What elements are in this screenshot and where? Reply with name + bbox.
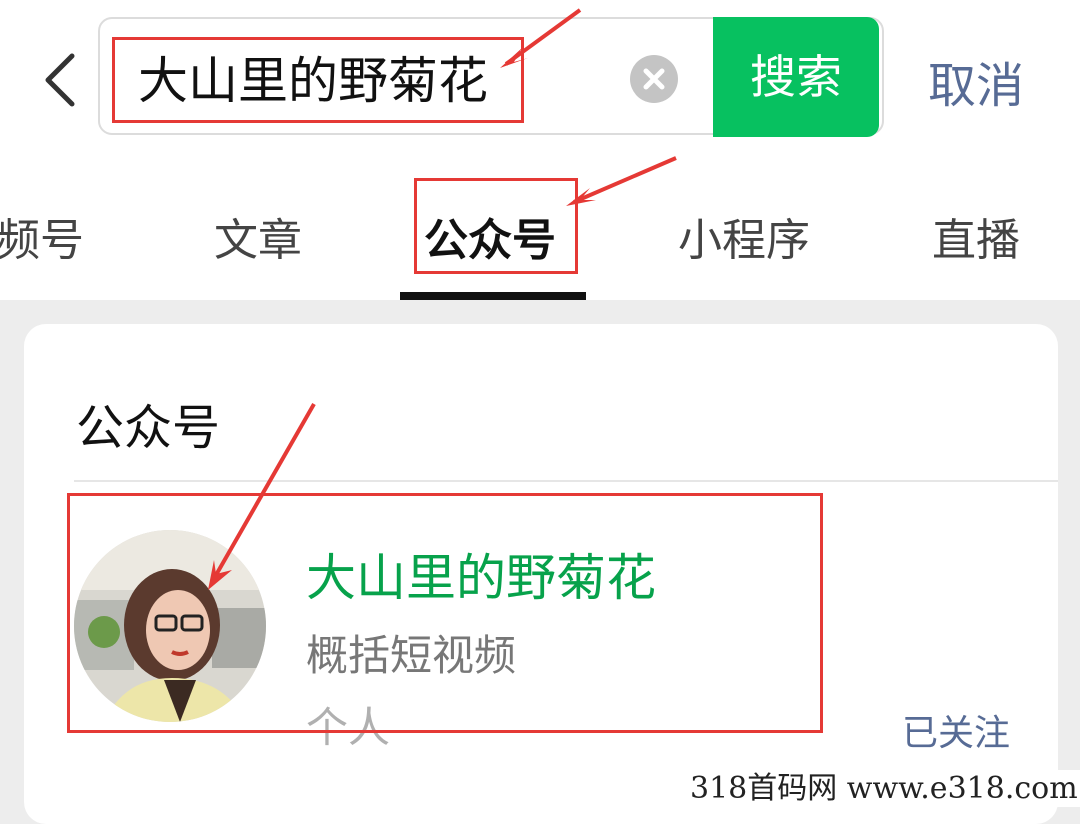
search-header: 大山里的野菊花 搜索 取消 频号 文章 公众号 小程序 直播 — [0, 0, 1080, 300]
tab-mini-programs[interactable]: 小程序 — [678, 204, 810, 268]
search-button[interactable]: 搜索 — [713, 17, 879, 137]
search-input[interactable]: 大山里的野菊花 — [138, 41, 488, 113]
clear-icon[interactable] — [630, 55, 678, 103]
account-type: 个人 — [306, 703, 391, 752]
chevron-left-icon[interactable] — [38, 50, 82, 110]
divider — [74, 480, 1058, 482]
cancel-button[interactable]: 取消 — [928, 46, 1024, 116]
tab-video-channel[interactable]: 频号 — [0, 204, 84, 268]
watermark: 318首码网 www.e318.com — [690, 770, 1080, 807]
follow-status: 已关注 — [902, 713, 1011, 754]
tab-official-accounts[interactable]: 公众号 — [424, 204, 556, 268]
account-avatar[interactable] — [74, 530, 266, 722]
results-card: 公众号 大山里的野菊花 概括短视频 个人 已关注 — [24, 324, 1058, 824]
account-name[interactable]: 大山里的野菊花 — [306, 538, 656, 610]
section-title: 公众号 — [76, 400, 221, 456]
active-tab-indicator — [400, 292, 586, 300]
account-description: 概括短视频 — [306, 631, 517, 680]
tab-live[interactable]: 直播 — [932, 204, 1020, 268]
tab-articles[interactable]: 文章 — [214, 204, 302, 268]
